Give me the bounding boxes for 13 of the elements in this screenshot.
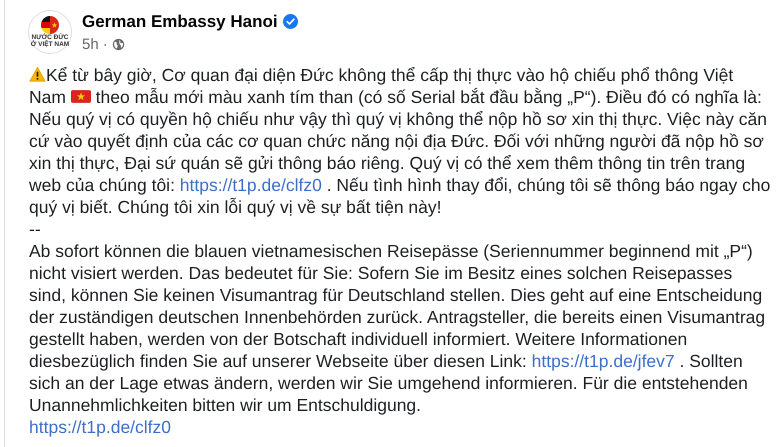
post-time[interactable]: 5h [82, 36, 99, 52]
warning-icon [29, 66, 46, 83]
flag-circle-icon [41, 16, 59, 34]
globe-icon [112, 38, 125, 50]
post-paragraph: Ab sofort können die blauen vietnamesischen Reisepässe (Seriennummer beginnend mit „P“) nicht visiert werden. Das bedeutet für Sie: Sofern Sie im Besitz eines solchen Reisepasses sind, können Sie keinen Visumantrag für Deutschland stellen. Dies geht auf eine Entscheidung der zuständigen deutschen Innenbehörden zurück. Antragsteller, die bereits einen Visumantrag gestellt haben, werden von der Botschaft individuell informiert. Weitere Informationen diesbezüglich finden Sie auf unserer Webseite über diesen Link: https://t1p.de/jfev7 . Sollten sich an der Lage etwas ändern, werden wir Sie umgehend informieren. Für die entstehenden Unannehmlichkeiten bitten wir um Entschuldigung. [29, 240, 766, 416]
flag-icon [70, 88, 91, 105]
author-name[interactable]: German Embassy Hanoi [82, 12, 278, 32]
separator-dot: · [102, 36, 108, 52]
post-paragraph: Kể từ bây giờ, Cơ quan đại diện Đức không thể cấp thị thực vào hộ chiếu phổ thông Việt Nam theo mẫu mới màu xanh tím than (có số Serial bắt đầu bằng „P“). Điều đó có nghĩa là: Nếu quý vị có quyền hộ chiếu như vậy thì quý vị không thể nộp hồ sơ xin thị thực. Việc này căn cứ vào quyết định của các cơ quan chức năng nội địa Đức. Đối với những người đã nộp hồ sơ xin thị thực, Đại sứ quán sẽ gửi thông báo riêng. Quý vị có thể xem thêm thông tin trên trang web của chúng tôi: https://t1p.de/clfz0 . Nếu tình hình thay đổi, chúng tôi sẽ thông báo ngay cho quý vị biết. Chúng tôi xin lỗi quý vị về sự bất tiện này! [29, 64, 772, 218]
link[interactable]: https://t1p.de/clfz0 [180, 175, 322, 195]
post-paragraph: -- [29, 218, 42, 240]
link[interactable]: https://t1p.de/clfz0 [29, 417, 172, 437]
link[interactable]: https://t1p.de/jfev7 [532, 351, 675, 371]
